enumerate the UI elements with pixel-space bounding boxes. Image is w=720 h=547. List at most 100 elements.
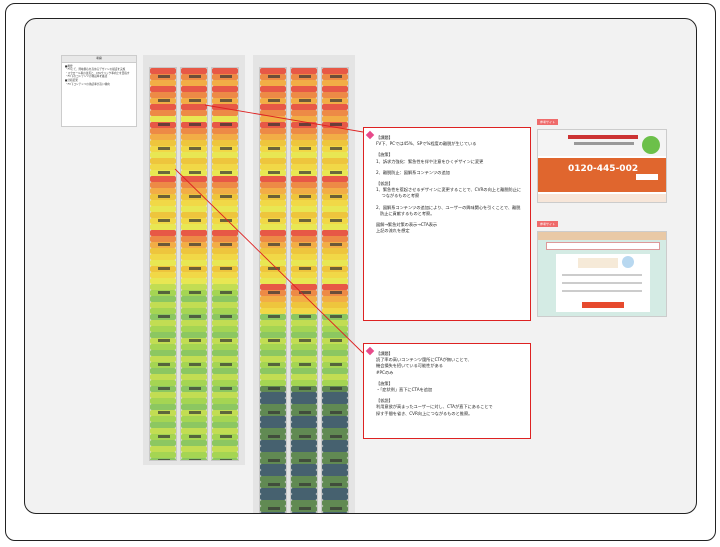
heat-label-block xyxy=(158,123,170,126)
heat-label-block xyxy=(268,267,280,270)
notes-card-body: ■概要 ・FVにて、興味関心を高めるデザインの検証を実施 ・スクロール率の改善と… xyxy=(62,63,136,89)
heat-label-block xyxy=(158,147,170,150)
heat-label-block xyxy=(189,99,201,102)
heat-label-block xyxy=(299,387,311,390)
notes-card-title: 考察 xyxy=(62,56,136,63)
heatmap-column[interactable] xyxy=(211,67,239,461)
heat-label-block xyxy=(299,411,311,414)
heatmap-column[interactable] xyxy=(259,67,287,513)
heat-label-block xyxy=(330,339,342,342)
heat-label-block xyxy=(158,171,170,174)
heat-label-block xyxy=(189,291,201,294)
heat-band xyxy=(260,512,286,513)
heat-label-block xyxy=(220,75,232,78)
heat-label-block xyxy=(299,75,311,78)
reference-screenshot-2[interactable] xyxy=(537,231,667,317)
heat-label-block xyxy=(268,339,280,342)
heat-label-block xyxy=(330,507,342,510)
heat-label-block xyxy=(220,339,232,342)
heat-label-block xyxy=(330,483,342,486)
heat-label-block xyxy=(189,147,201,150)
heat-label-block xyxy=(158,99,170,102)
heat-label-block xyxy=(268,147,280,150)
heat-label-block xyxy=(330,219,342,222)
heat-label-block xyxy=(158,435,170,438)
heatmap-group-2[interactable] xyxy=(253,55,355,513)
heat-label-block xyxy=(158,195,170,198)
heat-label-block xyxy=(220,363,232,366)
analysis-callout-2[interactable]: 【課題】 読了率の高いコンテンツ箇所にCTAが無いことで、 機会損失を招いている… xyxy=(363,343,531,439)
heat-label-block xyxy=(330,267,342,270)
heat-label-block xyxy=(268,363,280,366)
heat-label-block xyxy=(220,291,232,294)
heat-label-block xyxy=(268,171,280,174)
callout-text: 2、図解系コンテンツの追加により、ユーザーの興味関心を引くことで、離脱 xyxy=(376,204,521,210)
heat-label-block xyxy=(220,99,232,102)
heat-label-block xyxy=(189,339,201,342)
heat-label-block xyxy=(220,315,232,318)
heat-band xyxy=(291,512,317,513)
heat-label-block xyxy=(189,411,201,414)
diamond-icon xyxy=(365,130,375,140)
heat-label-block xyxy=(299,459,311,462)
ref-footer-band xyxy=(538,194,666,202)
heat-label-block xyxy=(299,507,311,510)
heat-label-block xyxy=(189,435,201,438)
heat-label-block xyxy=(330,291,342,294)
heat-label-block xyxy=(158,267,170,270)
heatmap-column[interactable] xyxy=(149,67,177,461)
heat-label-block xyxy=(220,387,232,390)
heat-label-block xyxy=(220,171,232,174)
heat-band xyxy=(322,512,348,513)
heat-label-block xyxy=(158,219,170,222)
heat-label-block xyxy=(158,291,170,294)
heat-label-block xyxy=(189,387,201,390)
heatmap-column[interactable] xyxy=(321,67,349,513)
heat-label-block xyxy=(220,123,232,126)
ref-cta-button xyxy=(636,174,658,180)
heat-label-block xyxy=(158,363,170,366)
notes-card[interactable]: 考察 ■概要 ・FVにて、興味関心を高めるデザインの検証を実施 ・スクロール率の… xyxy=(61,55,137,127)
callout-text: 探す手間を省き、CVR向上につながるものと推察。 xyxy=(376,410,473,416)
ref-tab-row xyxy=(546,242,660,250)
heat-label-block xyxy=(268,243,280,246)
heat-label-block xyxy=(158,75,170,78)
heat-label-block xyxy=(220,195,232,198)
heat-label-block xyxy=(299,267,311,270)
diamond-icon xyxy=(365,346,375,356)
heat-label-block xyxy=(330,435,342,438)
heat-label-block xyxy=(268,195,280,198)
analysis-callout-1[interactable]: 【課題】 FV下、PCでは45%、SPで%程度の離脱が生じている 【施策】 1、… xyxy=(363,127,531,321)
heat-label-block xyxy=(330,147,342,150)
heat-label-block xyxy=(189,171,201,174)
ref-subline xyxy=(574,142,634,145)
whiteboard-canvas[interactable]: 考察 ■概要 ・FVにて、興味関心を高めるデザインの検証を実施 ・スクロール率の… xyxy=(24,18,697,514)
heatmap-column[interactable] xyxy=(290,67,318,513)
ref-badge-icon xyxy=(642,136,660,154)
callout-text: 上記の流れを想定 xyxy=(376,228,410,234)
heat-label-block xyxy=(158,411,170,414)
heat-label-block xyxy=(268,387,280,390)
heat-label-block xyxy=(299,171,311,174)
heat-label-block xyxy=(189,267,201,270)
heat-label-block xyxy=(299,243,311,246)
heatmap-group-1[interactable] xyxy=(143,55,245,465)
heat-label-block xyxy=(330,411,342,414)
reference-screenshot-1[interactable]: 0120-445-002 xyxy=(537,129,667,203)
heat-label-block xyxy=(268,411,280,414)
heat-label-block xyxy=(330,315,342,318)
heat-label-block xyxy=(299,147,311,150)
ref-form-title xyxy=(578,258,618,268)
ref-form-line xyxy=(562,282,642,284)
ref-headline xyxy=(568,135,638,139)
heat-label-block xyxy=(189,123,201,126)
heat-label-block xyxy=(268,123,280,126)
ref-form-line xyxy=(562,274,642,276)
heat-label-block xyxy=(189,363,201,366)
heat-label-block xyxy=(220,411,232,414)
heat-label-block xyxy=(299,291,311,294)
heatmap-column[interactable] xyxy=(180,67,208,461)
heat-label-block xyxy=(220,459,232,460)
heat-label-block xyxy=(330,363,342,366)
heat-label-block xyxy=(189,243,201,246)
